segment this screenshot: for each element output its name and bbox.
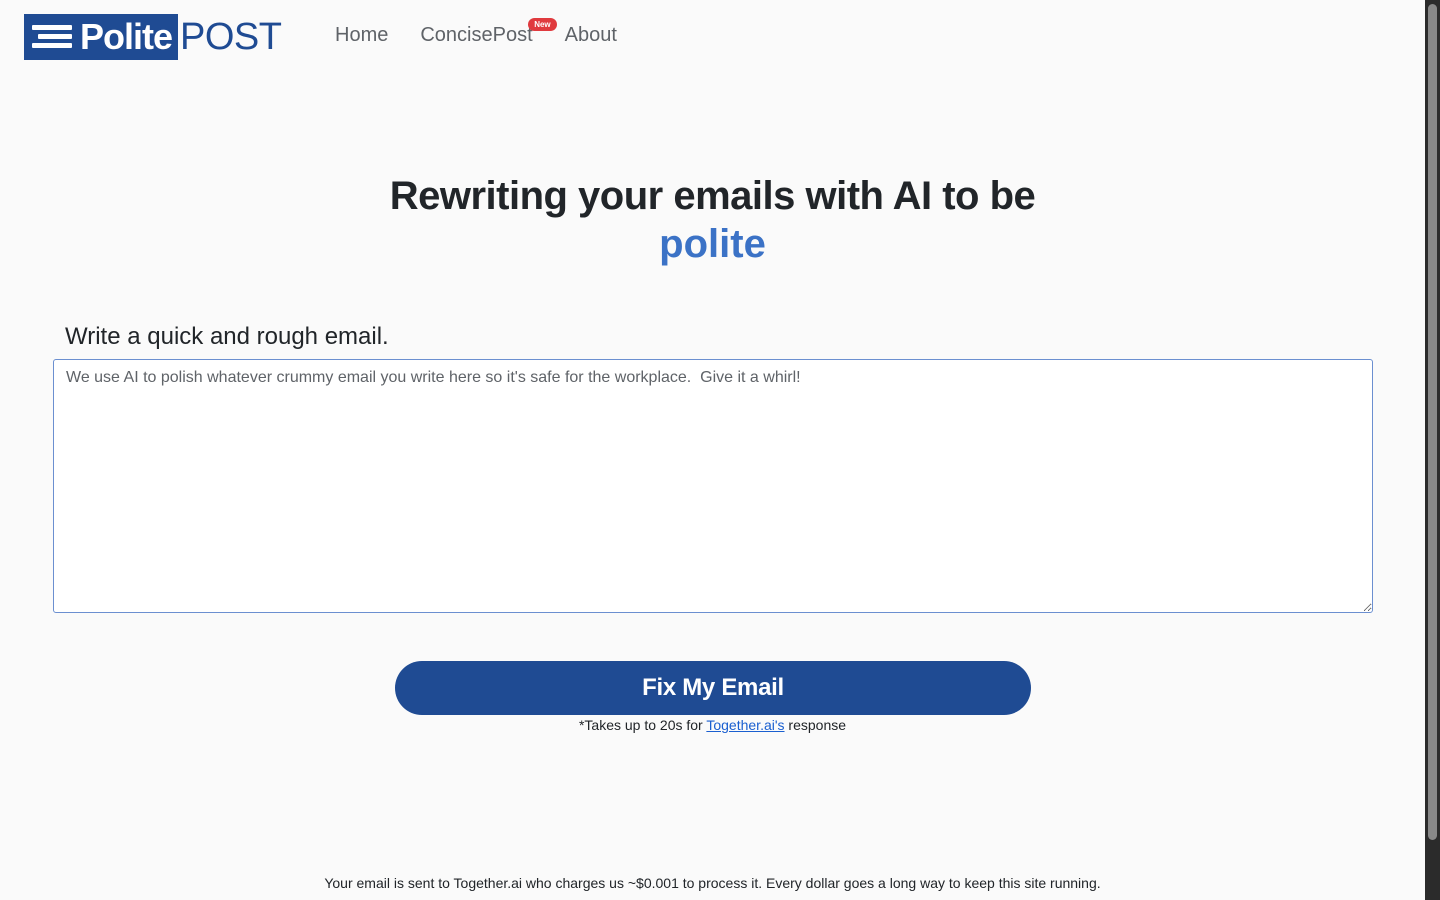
nav-about[interactable]: About [565, 24, 617, 47]
together-ai-link[interactable]: Together.ai's [706, 717, 784, 733]
logo-mark: Polite [24, 14, 179, 60]
new-badge: New [528, 18, 557, 31]
footer-text: Your email is sent to Together.ai who ch… [324, 875, 1101, 891]
logo[interactable]: Polite POST [24, 14, 282, 60]
fix-email-button[interactable]: Fix My Email [395, 661, 1031, 715]
site-header: Polite POST Home ConcisePost New About [0, 0, 1425, 80]
page-scrollbar[interactable] [1425, 0, 1440, 900]
lines-icon [32, 22, 76, 52]
page: Polite POST Home ConcisePost New About R… [0, 0, 1425, 900]
note-prefix: *Takes up to 20s for [578, 717, 707, 733]
response-time-note: *Takes up to 20s for Together.ai's respo… [0, 717, 1425, 733]
email-input[interactable] [53, 359, 1373, 613]
logo-post-text: POST [180, 16, 282, 58]
hero-accent-word: polite [659, 222, 766, 266]
main-nav: Home ConcisePost New About [335, 18, 617, 47]
nav-concisepost[interactable]: ConcisePost New [420, 18, 557, 47]
nav-concisepost-label: ConcisePost [420, 24, 533, 46]
hero-title: Rewriting your emails with AI to be [389, 174, 1036, 218]
email-label: Write a quick and rough email. [65, 323, 389, 350]
logo-polite-text: Polite [80, 16, 173, 57]
scrollbar-thumb[interactable] [1428, 4, 1437, 840]
note-suffix: response [784, 717, 847, 733]
nav-home[interactable]: Home [335, 24, 388, 47]
